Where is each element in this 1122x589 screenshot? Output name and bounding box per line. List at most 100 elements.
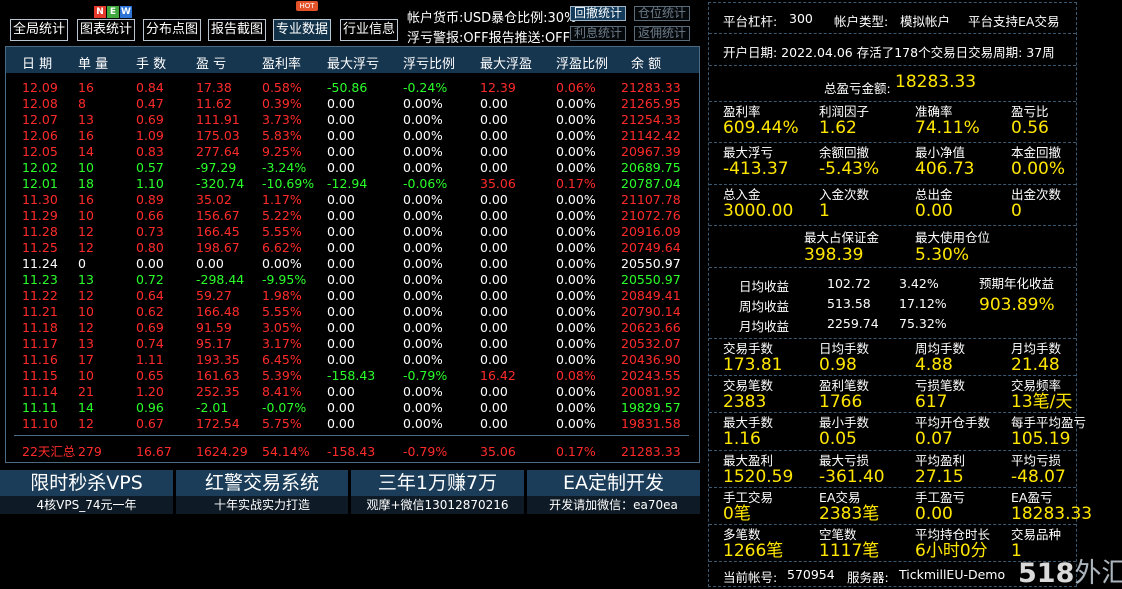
cell-max-float-loss: 0.00 — [327, 336, 355, 351]
stats-row: 交易手数 173.81 日均手数 0.98 周均手数 4.88 月均手数 21.48 — [709, 339, 1076, 377]
cell-profit: 175.03 — [196, 128, 240, 143]
table-row: 11.23 13 0.72 -298.44 -9.95% 0.00 0.00% 0.00 0.0… — [6, 272, 699, 288]
cell-float-loss-ratio: -0.79% — [403, 368, 448, 383]
cell-float-profit-ratio: 0.00% — [556, 304, 596, 319]
cell-float-loss-ratio: 0.00% — [403, 336, 443, 351]
cell-orders: 10 — [78, 368, 94, 383]
cell-profit: 166.45 — [196, 224, 240, 239]
cell-profit-rate: 0.58% — [262, 80, 302, 95]
cell-float-profit-ratio: 0.00% — [556, 112, 596, 127]
cell-date: 11.23 — [22, 272, 58, 287]
cell-lots: 0.00 — [136, 256, 164, 271]
open-date-section: 开户日期: 2022.04.06 存活了178个交易日交易周期: 37周 — [709, 34, 1076, 66]
cell-lots: 0.64 — [136, 288, 164, 303]
cell-date: 11.16 — [22, 352, 58, 367]
summary-cell-float-profit-ratio: 0.17% — [556, 444, 596, 459]
global-stats-button[interactable]: 全局统计 — [10, 19, 68, 41]
cell-float-profit-ratio: 0.00% — [556, 336, 596, 351]
stats-row: 最大盈利 1520.59 最大亏损 -361.40 平均盈利 27.15 平均亏损 -48.0… — [709, 451, 1076, 488]
monthly-return-pct: 75.32% — [899, 316, 947, 331]
position-stats-button[interactable]: 仓位统计 — [634, 6, 690, 21]
cell-date: 11.25 — [22, 240, 58, 255]
stat-label: 本金回撤 — [1011, 145, 1062, 161]
cell-orders: 10 — [78, 160, 94, 175]
promo-title: 三年1万赚7万 — [351, 470, 524, 496]
stats-row: 交易笔数 2383 盈利笔数 1766 亏损笔数 617 交易频率 13笔/天 — [709, 376, 1076, 414]
table-row: 12.06 16 1.09 175.03 5.83% 0.00 0.00% 0.00 0.00%… — [6, 128, 699, 144]
cell-max-float-profit: 0.00 — [480, 272, 508, 287]
stat-value: 0.00 — [915, 503, 953, 524]
summary-cell-balance: 21283.33 — [621, 444, 681, 459]
table-row: 11.30 16 0.89 35.02 1.17% 0.00 0.00% 0.00 0.00% 2… — [6, 192, 699, 208]
new-badge-letter: N — [94, 6, 106, 18]
cell-max-float-profit: 0.00 — [480, 304, 508, 319]
pro-data-button[interactable]: 专业数据 — [273, 19, 331, 41]
cell-float-profit-ratio: 0.00% — [556, 256, 596, 271]
cell-float-loss-ratio: 0.00% — [403, 400, 443, 415]
stat-label: 多笔数 — [723, 527, 761, 542]
report-screenshot-button[interactable]: 报告截图 — [208, 19, 266, 41]
stat-value: 0.00% — [1011, 159, 1066, 180]
cell-lots: 1.20 — [136, 384, 164, 399]
promo-subtitle: 十年实战实力打造 — [176, 496, 348, 514]
cell-profit: 0.00 — [196, 256, 224, 271]
promo-ea-dev[interactable]: EA定制开发 开发请加微信：ea70ea — [527, 470, 700, 514]
cell-float-loss-ratio: 0.00% — [403, 272, 443, 287]
promo-three-years[interactable]: 三年1万赚7万 观摩+微信13012870216 — [351, 470, 524, 514]
new-badge: N E W — [94, 6, 132, 18]
account-number: 570954 — [787, 567, 835, 582]
stat-label: 月均手数 — [1011, 341, 1062, 356]
rebate-stats-button[interactable]: 返佣统计 — [634, 26, 690, 41]
platform-info-section: 平台杠杆: 300 帐户类型: 模拟帐户 平台支持EA交易 — [709, 3, 1076, 34]
promo-title: 限时秒杀VPS — [0, 470, 173, 496]
promo-vps[interactable]: 限时秒杀VPS 4核VPS_74元一年 — [0, 470, 173, 514]
scatter-chart-button[interactable]: 分布点图 — [143, 19, 201, 41]
stat-label: EA盈亏 — [1011, 489, 1053, 505]
cell-orders: 16 — [78, 192, 94, 207]
cell-profit-rate: 6.62% — [262, 240, 302, 255]
stat-label: 空笔数 — [819, 527, 857, 542]
stat-label: 总出金 — [915, 186, 953, 202]
industry-info-button[interactable]: 行业信息 — [340, 19, 398, 41]
cell-lots: 0.67 — [136, 416, 164, 431]
cell-balance: 19829.57 — [621, 400, 681, 415]
cell-profit: 277.64 — [196, 144, 240, 159]
cell-profit: 91.59 — [196, 320, 232, 335]
stat-label: 平均亏损 — [1011, 452, 1062, 468]
cell-max-float-profit: 0.00 — [480, 256, 508, 271]
cell-balance: 20550.97 — [621, 256, 681, 271]
cell-profit: 17.38 — [196, 80, 232, 95]
cell-max-float-loss: 0.00 — [327, 320, 355, 335]
cell-max-float-profit: 0.00 — [480, 400, 508, 415]
promo-trading-system[interactable]: 红警交易系统 十年实战实力打造 — [176, 470, 348, 514]
stat-label: 盈亏比 — [1011, 104, 1049, 119]
promo-subtitle: 开发请加微信：ea70ea — [527, 496, 700, 514]
stat-label: 交易手数 — [723, 341, 774, 356]
stat-value: -413.37 — [723, 159, 789, 180]
cell-lots: 0.66 — [136, 208, 164, 223]
stat-value: 18283.33 — [1011, 503, 1093, 524]
table-header: 日 期 单 量 手 数 盈 亏 盈利率 最大浮亏 浮亏比例 最大浮盈 浮盈比例 … — [6, 47, 699, 73]
stat-label: 平均开仓手数 — [915, 415, 991, 431]
cell-lots: 0.69 — [136, 112, 164, 127]
cell-orders: 12 — [78, 416, 94, 431]
cell-orders: 16 — [78, 128, 94, 143]
ea-support-text: 平台支持EA交易 — [968, 14, 1060, 29]
stat-value: 0笔 — [723, 503, 751, 524]
promo-subtitle: 观摩+微信13012870216 — [351, 496, 524, 514]
chart-stats-button[interactable]: 图表统计 — [77, 19, 135, 41]
col-profit-rate: 盈利率 — [262, 57, 302, 72]
trading-report-window: N E W HOT 全局统计 图表统计 分布点图 报告截图 专业数据 行业信息 … — [0, 0, 1122, 589]
cell-max-float-profit: 0.00 — [480, 336, 508, 351]
cell-max-float-profit: 0.00 — [480, 128, 508, 143]
drawdown-stats-button[interactable]: 回撤统计 — [570, 6, 626, 21]
cell-balance: 21107.78 — [621, 192, 681, 207]
table-row: 11.10 12 0.67 172.54 5.75% 0.00 0.00% 0.00 0.00%… — [6, 416, 699, 432]
cell-profit-rate: 8.41% — [262, 384, 302, 399]
cell-max-float-loss: 0.00 — [327, 416, 355, 431]
table-row: 12.09 16 0.84 17.38 0.58% -50.86 -0.24% 12.39 0.… — [6, 80, 699, 96]
cell-float-loss-ratio: 0.00% — [403, 224, 443, 239]
stat-value: 2383 — [723, 392, 767, 413]
cell-date: 11.15 — [22, 368, 58, 383]
interest-stats-button[interactable]: 利息统计 — [570, 26, 626, 41]
